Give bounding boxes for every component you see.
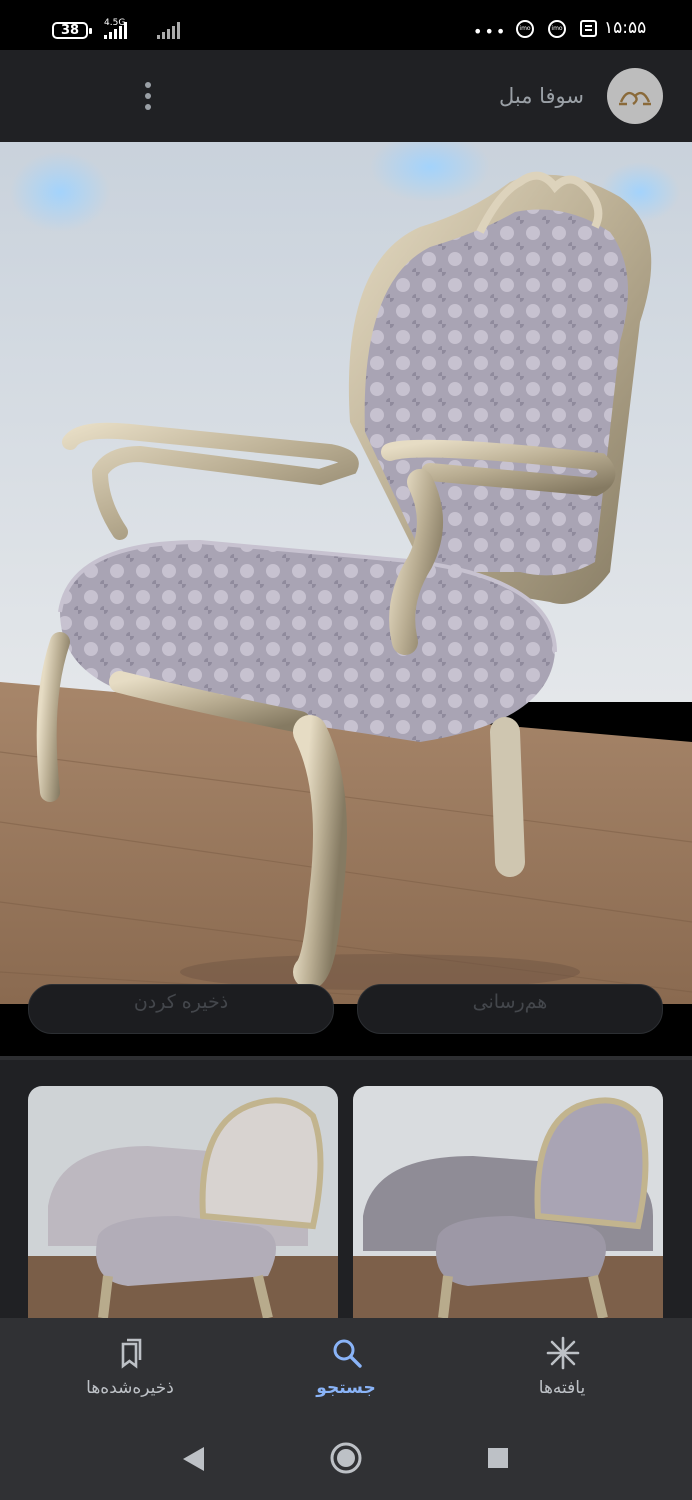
news-icon [580, 20, 597, 37]
related-image-thumbnail[interactable] [28, 1086, 338, 1318]
related-images-grid [0, 1060, 692, 1318]
signal-strength-icon [104, 20, 129, 39]
share-button[interactable]: هم‌رسانی [357, 984, 663, 1034]
nav-item-discover[interactable]: یافته‌ها [462, 1318, 662, 1420]
battery-indicator: 38 [52, 22, 92, 39]
bookmarks-icon [121, 1338, 142, 1369]
recents-icon[interactable] [487, 1447, 509, 1469]
imo-icon: imo [516, 20, 534, 38]
site-logo-icon[interactable] [607, 68, 663, 124]
nav-item-search[interactable]: جستجو [246, 1318, 446, 1420]
bottom-navigation: ذخیره‌شده‌ها جستجو یافته‌ها [0, 1318, 692, 1420]
nav-item-saved[interactable]: ذخیره‌شده‌ها [30, 1318, 230, 1420]
back-icon[interactable] [180, 1445, 206, 1473]
main-preview-image[interactable] [0, 142, 692, 1004]
kebab-menu-icon[interactable] [138, 80, 158, 114]
nav-item-label: جستجو [316, 1378, 376, 1398]
home-icon[interactable] [329, 1441, 363, 1475]
save-button-label: ذخیره کردن [133, 991, 229, 1013]
signal-strength-2-icon [157, 20, 182, 39]
imo-icon: imo [548, 20, 566, 38]
status-bar: 38 4.5G ••• imo imo ۱۵:۵۵ [0, 0, 692, 50]
image-viewer-header [0, 50, 692, 142]
save-button[interactable]: ذخیره کردن [28, 984, 334, 1034]
image-actions-bar: ذخیره کردن هم‌رسانی [0, 984, 692, 1056]
nav-item-label: ذخیره‌شده‌ها [86, 1378, 174, 1398]
share-button-label: هم‌رسانی [472, 991, 548, 1013]
nav-item-label: یافته‌ها [538, 1378, 586, 1398]
search-icon [333, 1339, 362, 1368]
clock: ۱۵:۵۵ [604, 18, 647, 38]
discover-icon [546, 1336, 580, 1370]
more-notifications-icon: ••• [473, 22, 508, 41]
system-navigation-bar [0, 1420, 692, 1500]
site-name[interactable]: سوفا مبل [499, 84, 584, 108]
related-image-thumbnail[interactable] [353, 1086, 663, 1318]
